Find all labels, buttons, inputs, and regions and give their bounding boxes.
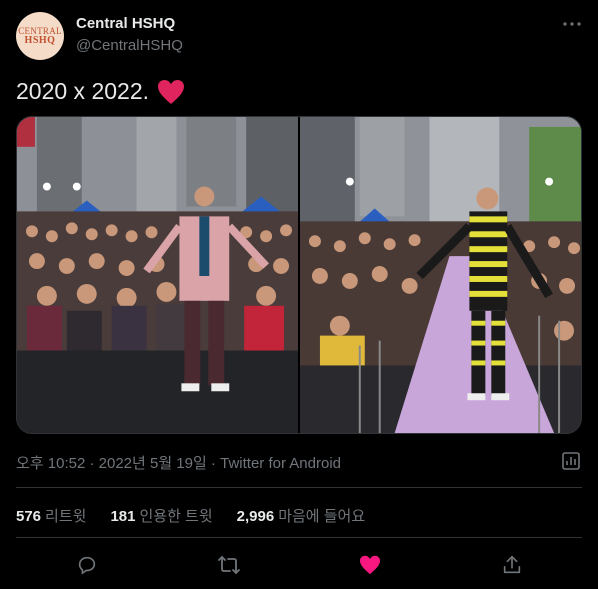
red-heart-emoji-icon [157,79,185,105]
reply-icon[interactable] [74,552,100,578]
tweet-datetime[interactable]: 오후 10:52 · 2022년 5월 19일 · [16,455,220,472]
photo-2020[interactable] [17,117,298,433]
tweet-timestamp: 오후 10:52 · 2022년 5월 19일 · Twitter for An… [16,452,341,473]
retweets-stat[interactable]: 576 리트윗 [16,505,86,526]
divider-bottom [16,537,582,538]
likes-count: 2,996 [236,508,275,525]
retweets-label: 리트윗 [45,508,87,525]
tweet-stats: 576 리트윗 181 인용한 트윗 2,996 마음에 들어요 [16,505,365,526]
tweet-text-content: 2020 x 2022. [16,78,150,104]
quotes-label: 인용한 트윗 [139,508,213,525]
photo-2022[interactable] [300,117,581,433]
more-icon[interactable] [560,14,584,34]
quotes-stat[interactable]: 181 인용한 트윗 [110,505,212,526]
avatar-line2: HSHQ [24,34,56,46]
avatar[interactable]: CENTRAL HSHQ [16,12,64,60]
analytics-icon[interactable] [560,450,582,472]
heart-icon[interactable] [357,552,383,578]
likes-stat[interactable]: 2,996 마음에 들어요 [237,505,366,526]
quotes-count: 181 [110,508,136,525]
retweet-icon[interactable] [216,552,242,578]
tweet-actions [0,552,598,578]
tweet-source-link[interactable]: Twitter for Android [220,455,341,472]
tweet-text: 2020 x 2022. [16,78,185,105]
retweets-count: 576 [16,508,42,525]
likes-label: 마음에 들어요 [278,508,366,525]
divider-top [16,487,582,488]
share-icon[interactable] [499,552,525,578]
author-handle[interactable]: @CentralHSHQ [76,37,183,54]
media-gallery [16,116,582,434]
author-name[interactable]: Central HSHQ [76,15,175,32]
